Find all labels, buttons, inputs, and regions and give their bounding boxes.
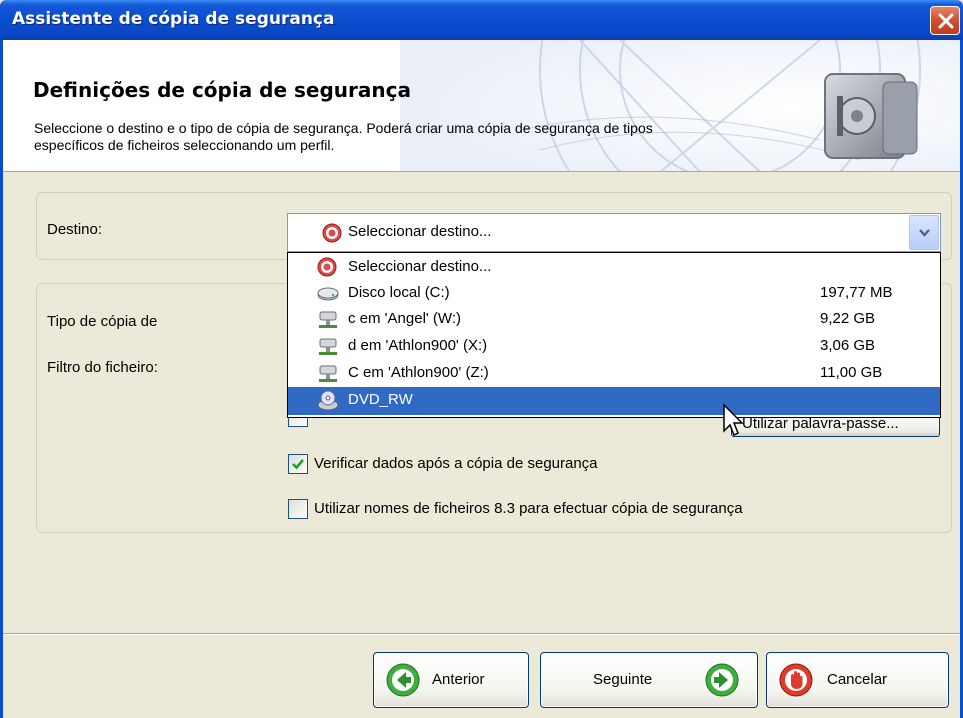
list-item[interactable]: C em 'Athlon900' (Z:) 11,00 GB	[288, 360, 940, 386]
destination-label: Destino:	[47, 221, 103, 238]
chevron-down-icon	[919, 229, 930, 237]
list-item[interactable]: c em 'Angel' (W:) 9,22 GB	[288, 306, 940, 332]
dvd-drive-icon	[317, 390, 339, 411]
target-icon	[317, 257, 337, 277]
destination-dropdown-list[interactable]: Seleccionar destino... Disco local (C:) …	[287, 252, 941, 418]
hard-drive-icon	[317, 287, 339, 301]
page-title: Definições de cópia de segurança	[33, 78, 411, 102]
next-button[interactable]: Seguinte	[540, 652, 758, 708]
list-item-selected[interactable]: DVD_RW	[288, 387, 940, 415]
backup-type-label: Tipo de cópia de	[47, 313, 158, 330]
safe-icon	[824, 73, 918, 159]
file-filter-label: Filtro do ficheiro:	[47, 359, 158, 376]
list-item-size: 9,22 GB	[820, 310, 876, 327]
network-drive-icon	[319, 365, 337, 382]
list-item-size: 197,77 MB	[820, 284, 893, 301]
checkmark-icon	[292, 459, 304, 470]
close-button[interactable]	[930, 6, 960, 35]
list-item-label: C em 'Athlon900' (Z:)	[348, 364, 489, 381]
destination-combobox[interactable]: Seleccionar destino...	[287, 213, 941, 252]
title-bar[interactable]: Assistente de cópia de segurança	[0, 0, 963, 40]
list-item-size: 11,00 GB	[820, 364, 883, 381]
cancel-button-label: Cancelar	[827, 671, 888, 688]
list-item-label: Disco local (C:)	[348, 284, 450, 301]
short-filenames-label[interactable]: Utilizar nomes de ficheiros 8.3 para efe…	[314, 500, 743, 517]
verify-data-label[interactable]: Verificar dados após a cópia de seguranç…	[314, 455, 598, 472]
list-item-size: 3,06 GB	[820, 337, 876, 354]
network-drive-icon	[319, 311, 337, 328]
short-filenames-checkbox[interactable]	[288, 499, 308, 519]
list-item-label: DVD_RW	[348, 391, 413, 408]
list-item[interactable]: Disco local (C:) 197,77 MB	[288, 280, 940, 306]
list-item[interactable]: d em 'Athlon900' (X:) 3,06 GB	[288, 333, 940, 359]
cancel-button[interactable]: Cancelar	[766, 652, 949, 708]
network-drive-icon	[319, 338, 337, 355]
stop-hand-icon	[779, 663, 813, 697]
target-icon	[322, 223, 342, 243]
verify-data-checkbox[interactable]	[288, 454, 308, 474]
mouse-cursor-icon	[723, 403, 744, 437]
close-icon	[938, 13, 954, 29]
dropdown-arrow-button[interactable]	[909, 215, 939, 250]
wizard-header: Definições de cópia de segurança Selecci…	[3, 40, 960, 172]
page-description: Seleccione o destino e o tipo de cópia d…	[34, 120, 653, 153]
footer-separator	[3, 633, 960, 635]
window-title: Assistente de cópia de segurança	[12, 9, 335, 29]
back-button[interactable]: Anterior	[373, 652, 529, 708]
list-item-label: d em 'Athlon900' (X:)	[348, 337, 488, 354]
arrow-right-icon	[705, 663, 739, 697]
list-item-label: Seleccionar destino...	[348, 258, 492, 275]
list-item[interactable]: Seleccionar destino...	[288, 254, 940, 280]
next-button-label: Seguinte	[593, 671, 653, 688]
back-button-label: Anterior	[432, 671, 485, 688]
arrow-left-icon	[386, 663, 420, 697]
list-item-label: c em 'Angel' (W:)	[348, 310, 461, 327]
destination-selected-value: Seleccionar destino...	[348, 223, 492, 240]
